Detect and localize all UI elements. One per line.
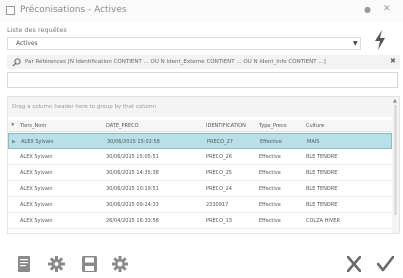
cell-type-preco: Effective xyxy=(259,218,281,224)
cell-date-preco: 30/06/2015 15:02:58 xyxy=(107,139,160,145)
list-select-value: Actives xyxy=(16,40,38,47)
scroll-thumb[interactable] xyxy=(394,105,397,215)
lightning-icon[interactable] xyxy=(373,30,387,50)
cell-type-preco: Effective xyxy=(259,202,281,208)
document-icon[interactable] xyxy=(17,256,31,272)
cell-identification: 2330917 xyxy=(206,202,229,208)
column-header-identification[interactable]: IDENTIFICATION xyxy=(206,123,246,129)
group-by-hint: Drag a column header here to group by th… xyxy=(12,104,157,110)
group-by-panel[interactable]: Drag a column header here to group by th… xyxy=(8,97,392,117)
column-header-tiers-nom[interactable]: Tiers_Nom xyxy=(20,123,46,129)
cell-identification: PRECO_25 xyxy=(206,170,232,176)
cell-type-preco: Effective xyxy=(259,154,281,160)
cell-type-preco: Effective xyxy=(259,170,281,176)
settings-gear-icon[interactable] xyxy=(48,256,65,272)
table-row[interactable]: ALEX Sylvain 30/06/2015 15:05:51 PRECO_26 E… xyxy=(8,149,392,165)
cell-date-preco: 30/06/2015 09:24:33 xyxy=(106,202,159,208)
save-icon[interactable] xyxy=(82,256,97,272)
gear-icon[interactable] xyxy=(112,256,128,272)
list-label: Liste des requêtes xyxy=(7,26,67,34)
cell-type-preco: Effective xyxy=(259,186,281,192)
cell-tiers-nom: ALEX Sylvain xyxy=(20,154,53,160)
close-icon[interactable]: ✕ xyxy=(383,4,391,14)
cell-culture: COLZA HIVER xyxy=(306,218,340,224)
data-grid: Drag a column header here to group by th… xyxy=(7,96,400,234)
search-icon xyxy=(12,58,21,67)
table-row[interactable]: ▶ ALEX Sylvain 30/06/2015 15:02:58 PRECO_27… xyxy=(8,133,392,149)
cell-culture: BLE TENDRE xyxy=(306,170,338,176)
filter-description: Par Références [N Identification CONTIEN… xyxy=(25,59,326,65)
window-title: Préconisations - Actives xyxy=(20,5,127,15)
cell-date-preco: 30/06/2015 14:35:38 xyxy=(106,170,159,176)
cell-culture: MAIS xyxy=(307,139,320,145)
search-input[interactable] xyxy=(7,72,398,88)
column-header-type-preco[interactable]: Type_Preco xyxy=(259,123,287,129)
clear-filter-icon[interactable]: ✖ xyxy=(390,57,396,65)
cell-type-preco: Effective xyxy=(260,139,282,145)
confirm-check-icon[interactable] xyxy=(377,256,394,272)
cell-culture: BLE TENDRE xyxy=(306,154,338,160)
cell-date-preco: 30/06/2015 15:05:51 xyxy=(106,154,159,160)
grid-header: ▼ Tiers_Nom DATE_PRECO IDENTIFICATION Ty… xyxy=(8,120,392,132)
cell-date-preco: 26/04/2015 16:33:58 xyxy=(106,218,159,224)
row-indicator[interactable]: ▶ xyxy=(12,139,16,145)
window-icon xyxy=(6,6,15,15)
cell-tiers-nom: ALEX Sylvain xyxy=(20,202,53,208)
table-row[interactable]: ALEX Sylvain 30/06/2015 09:24:33 2330917 Ef… xyxy=(8,197,392,213)
column-header-date-preco[interactable]: DATE_PRECO xyxy=(106,123,139,129)
cell-identification: PRECO_13 xyxy=(206,218,232,224)
cell-tiers-nom: ALEX Sylvain xyxy=(20,170,53,176)
table-row[interactable]: ALEX Sylvain 26/04/2015 16:33:58 PRECO_13 E… xyxy=(8,213,392,229)
column-header-culture[interactable]: Culture xyxy=(306,123,324,129)
cell-culture: BLE TENDRE xyxy=(306,186,338,192)
scroll-up-icon[interactable]: ▲ xyxy=(393,98,397,104)
cell-tiers-nom: ALEX Sylvain xyxy=(20,186,53,192)
pin-icon[interactable]: ● xyxy=(364,5,371,14)
cell-date-preco: 30/06/2015 10:19:51 xyxy=(106,186,159,192)
cell-identification: PRECO_26 xyxy=(206,154,232,160)
cell-identification: PRECO_27 xyxy=(207,139,233,145)
chevron-down-icon[interactable]: ▼ xyxy=(353,40,358,47)
cell-tiers-nom: ALEX Sylvain xyxy=(21,139,54,145)
cell-culture: BLE TENDRE xyxy=(306,202,338,208)
cell-tiers-nom: ALEX Sylvain xyxy=(20,218,53,224)
cell-identification: PRECO_24 xyxy=(206,186,232,192)
sort-arrow-icon[interactable]: ▼ xyxy=(11,123,14,128)
table-row[interactable]: ALEX Sylvain 30/06/2015 14:35:38 PRECO_25 E… xyxy=(8,165,392,181)
table-row[interactable]: ALEX Sylvain 30/06/2015 10:19:51 PRECO_24 E… xyxy=(8,181,392,197)
cancel-x-icon[interactable] xyxy=(347,256,361,272)
list-select[interactable]: Actives ▼ xyxy=(7,37,361,50)
